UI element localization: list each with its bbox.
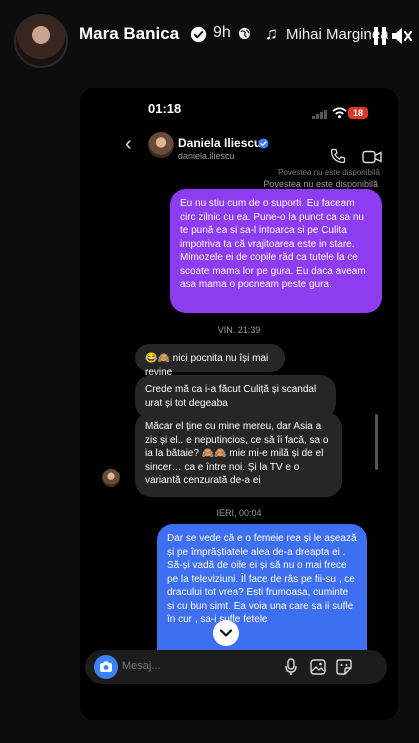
pause-icon[interactable] [373,27,387,45]
wifi-icon [332,107,347,119]
date-separator: VIN. 21:39 [217,325,261,335]
back-icon[interactable]: ‹ [125,133,132,156]
phone-call-icon[interactable] [330,148,346,164]
chat-contact-handle: daniela.iliescu [178,151,235,161]
story-unavailable-note: Povestea nu este disponibilă [278,168,380,176]
video-call-icon[interactable] [362,150,382,164]
gallery-icon[interactable] [310,659,326,675]
signal-icon [312,109,328,119]
sent-message[interactable]: Eu nu stiu cum de o suporti. Eu faceam c… [170,189,382,313]
scrollbar[interactable] [375,414,378,470]
sender-avatar [102,469,120,487]
verified-badge-icon [190,26,207,43]
dm-screenshot: 01:18 18 ‹ Daniela Iliescu daniela.ilies… [80,88,398,720]
story-unavailable-note: Povestea nu este disponibilă [263,179,378,189]
chat-avatar[interactable] [148,132,174,158]
battery-indicator: 18 [348,107,368,119]
verified-badge-icon [258,138,269,149]
received-message[interactable]: Măcar el ține cu mine mereu, dar Asia a … [135,412,342,497]
story-time: 9h [213,24,231,41]
globe-icon [238,27,251,40]
chat-contact-name[interactable]: Daniela Iliescu [178,136,261,150]
message-input[interactable] [122,660,242,672]
sticker-icon[interactable] [336,659,352,675]
status-time: 01:18 [148,101,182,116]
speaker-muted-icon[interactable] [390,25,414,47]
date-separator: IERI, 00:04 [216,508,262,518]
message-composer [85,650,387,684]
story-header: Mara Banica 9h ♫ Mihai Margineanu [0,0,419,78]
microphone-icon[interactable] [284,658,298,676]
music-note-icon: ♫ [265,24,278,43]
avatar[interactable] [14,14,68,68]
camera-icon [100,661,112,672]
sent-message[interactable]: Dar se vede că e o femeie rea și le așea… [157,524,367,666]
camera-button[interactable] [94,655,118,679]
scroll-down-button[interactable] [213,620,239,646]
received-message[interactable]: 😂🙈 nici pocnita nu își mai revine [135,344,285,378]
story-username[interactable]: Mara Banica [79,24,179,44]
chevron-down-icon [219,629,233,637]
